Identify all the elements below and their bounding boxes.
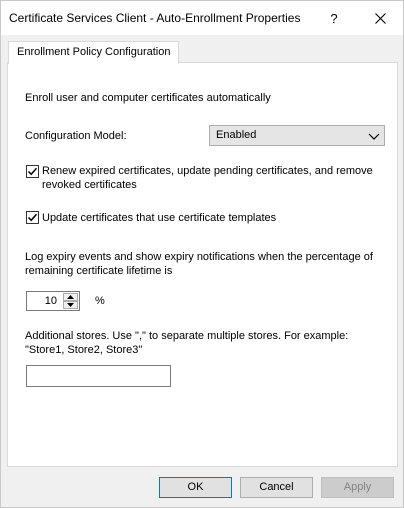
additional-stores-input[interactable]: [26, 365, 171, 387]
cancel-button[interactable]: Cancel: [240, 477, 313, 498]
update-certificates-checkbox[interactable]: [26, 211, 39, 224]
ok-button[interactable]: OK: [159, 477, 232, 498]
arrow-down-icon: [67, 303, 74, 307]
arrow-up-icon: [67, 295, 74, 299]
properties-dialog: Certificate Services Client - Auto-Enrol…: [0, 0, 404, 508]
close-icon: [374, 12, 386, 24]
configuration-model-label: Configuration Model:: [25, 130, 127, 142]
help-icon: ?: [330, 10, 338, 26]
window-title: Certificate Services Client - Auto-Enrol…: [9, 11, 301, 25]
close-button[interactable]: [357, 1, 403, 35]
heading-text: Enroll user and computer certificates au…: [25, 92, 271, 104]
decrement-button[interactable]: [63, 301, 78, 309]
configuration-model-value: Enabled: [216, 129, 257, 141]
title-bar: Certificate Services Client - Auto-Enrol…: [1, 1, 403, 35]
renew-certificates-label: Renew expired certificates, update pendi…: [42, 165, 373, 191]
increment-button[interactable]: [63, 293, 78, 301]
percentage-unit: %: [95, 295, 105, 307]
expiry-percentage-stepper[interactable]: 10: [26, 291, 80, 311]
apply-button[interactable]: Apply: [321, 477, 394, 498]
checkmark-icon: [27, 213, 38, 222]
expiry-percentage-value: 10: [44, 295, 57, 307]
stepper-buttons: [63, 293, 78, 309]
checkmark-icon: [27, 167, 38, 176]
chevron-down-icon: [368, 133, 380, 140]
tab-enrollment-policy-configuration[interactable]: Enrollment Policy Configuration: [8, 41, 180, 64]
tab-panel: Enroll user and computer certificates au…: [7, 62, 398, 467]
renew-certificates-checkbox[interactable]: [26, 165, 39, 178]
configuration-model-select[interactable]: Enabled: [209, 125, 385, 146]
update-certificates-label: Update certificates that use certificate…: [42, 212, 277, 224]
additional-stores-description: Additional stores. Use "," to separate m…: [25, 330, 349, 356]
expiry-description: Log expiry events and show expiry notifi…: [25, 251, 373, 277]
help-button[interactable]: ?: [311, 1, 357, 35]
